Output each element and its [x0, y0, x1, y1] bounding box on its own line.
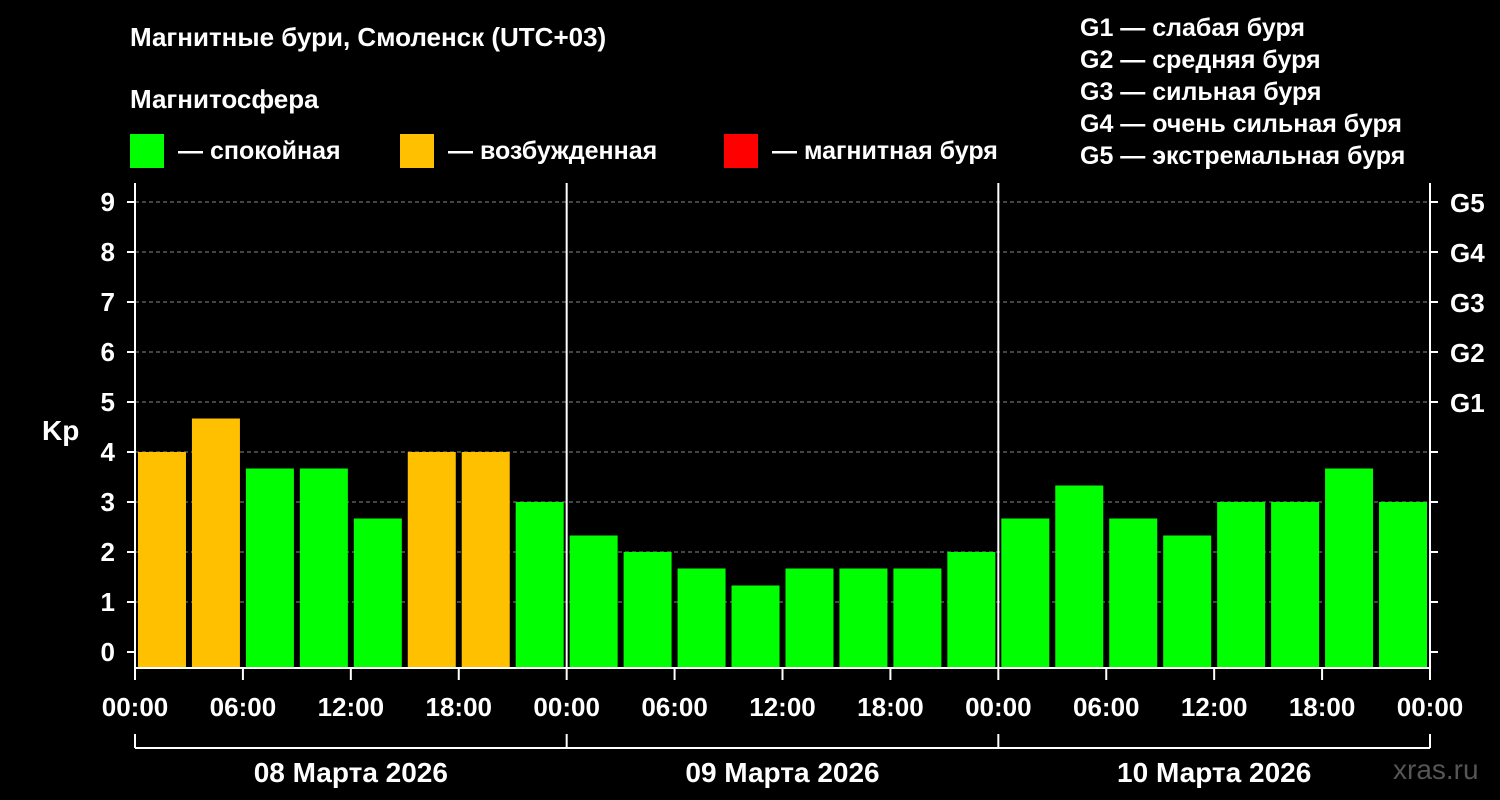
y-tick-label: 2 — [101, 537, 115, 567]
x-tick-label: 00:00 — [1397, 692, 1464, 722]
kp-bar — [839, 568, 888, 668]
g-level-label: G4 — [1450, 238, 1485, 268]
x-tick-label: 06:00 — [641, 692, 708, 722]
x-tick-label: 06:00 — [1073, 692, 1140, 722]
kp-bar — [623, 552, 672, 668]
y-tick-label: 1 — [101, 587, 115, 617]
y-tick-label: 4 — [101, 437, 116, 467]
day-label: 08 Марта 2026 — [254, 757, 448, 788]
x-tick-label: 12:00 — [318, 692, 385, 722]
g-level-label: G5 — [1450, 188, 1485, 218]
x-tick-label: 18:00 — [1289, 692, 1356, 722]
kp-bar — [1055, 485, 1104, 668]
kp-bar — [1163, 535, 1212, 668]
y-tick-label: 5 — [101, 387, 115, 417]
kp-bar — [353, 518, 402, 668]
kp-bar — [785, 568, 834, 668]
watermark: xras.ru — [1393, 754, 1479, 785]
kp-bar — [461, 452, 510, 668]
kp-bar — [1001, 518, 1050, 668]
kp-bar — [137, 452, 186, 668]
kp-bar — [1217, 502, 1266, 668]
kp-bar — [407, 452, 456, 668]
y-tick-label: 3 — [101, 487, 115, 517]
kp-bar — [245, 468, 294, 668]
x-tick-label: 12:00 — [1181, 692, 1248, 722]
y-tick-label: 8 — [101, 237, 115, 267]
kp-bar — [731, 585, 780, 668]
g-level-label: G2 — [1450, 338, 1485, 368]
kp-bar — [1109, 518, 1158, 668]
x-tick-label: 06:00 — [210, 692, 277, 722]
kp-bar — [1271, 502, 1320, 668]
y-tick-label: 0 — [101, 637, 115, 667]
kp-bar — [893, 568, 942, 668]
kp-bar — [1325, 468, 1374, 668]
kp-chart: 0 1 2 3 4 5 6 7 8 9 Kp G1 G2 G3 G4 G5 00:00 06:00 12:00 18:… — [42, 183, 1485, 788]
kp-bar — [299, 468, 348, 668]
x-tick-label: 00:00 — [102, 692, 169, 722]
x-tick-label: 00:00 — [533, 692, 600, 722]
y-axis-label: Kp — [42, 415, 79, 446]
x-tick-label: 18:00 — [857, 692, 924, 722]
day-label: 09 Марта 2026 — [685, 757, 879, 788]
kp-bar — [191, 418, 240, 668]
kp-bar — [677, 568, 726, 668]
kp-bar — [947, 552, 996, 668]
x-tick-label: 00:00 — [965, 692, 1032, 722]
y-tick-label: 7 — [101, 287, 115, 317]
y-tick-label: 9 — [101, 187, 115, 217]
g-level-label: G1 — [1450, 388, 1485, 418]
g-level-label: G3 — [1450, 288, 1485, 318]
kp-bar — [569, 535, 618, 668]
day-label: 10 Марта 2026 — [1117, 757, 1311, 788]
kp-bar — [515, 502, 564, 668]
x-tick-label: 18:00 — [426, 692, 493, 722]
y-tick-label: 6 — [101, 337, 115, 367]
kp-bar — [1379, 502, 1428, 668]
x-tick-label: 12:00 — [749, 692, 816, 722]
